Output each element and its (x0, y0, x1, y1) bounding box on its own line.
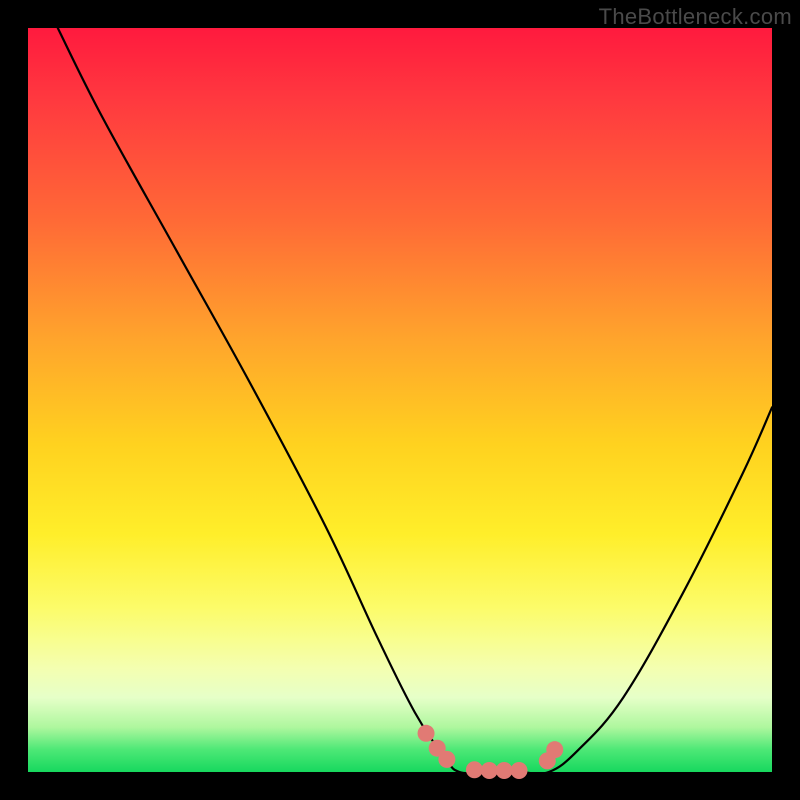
optimal-marker (438, 751, 455, 768)
curve-svg (28, 28, 772, 772)
bottleneck-curve (58, 28, 772, 774)
optimal-marker (511, 762, 528, 779)
optimal-marker (481, 762, 498, 779)
optimal-marker (546, 741, 563, 758)
plot-area (28, 28, 772, 772)
chart-frame: TheBottleneck.com (0, 0, 800, 800)
optimal-marker (418, 725, 435, 742)
optimal-marker (466, 761, 483, 778)
optimal-marker (496, 762, 513, 779)
watermark-text: TheBottleneck.com (599, 4, 792, 30)
